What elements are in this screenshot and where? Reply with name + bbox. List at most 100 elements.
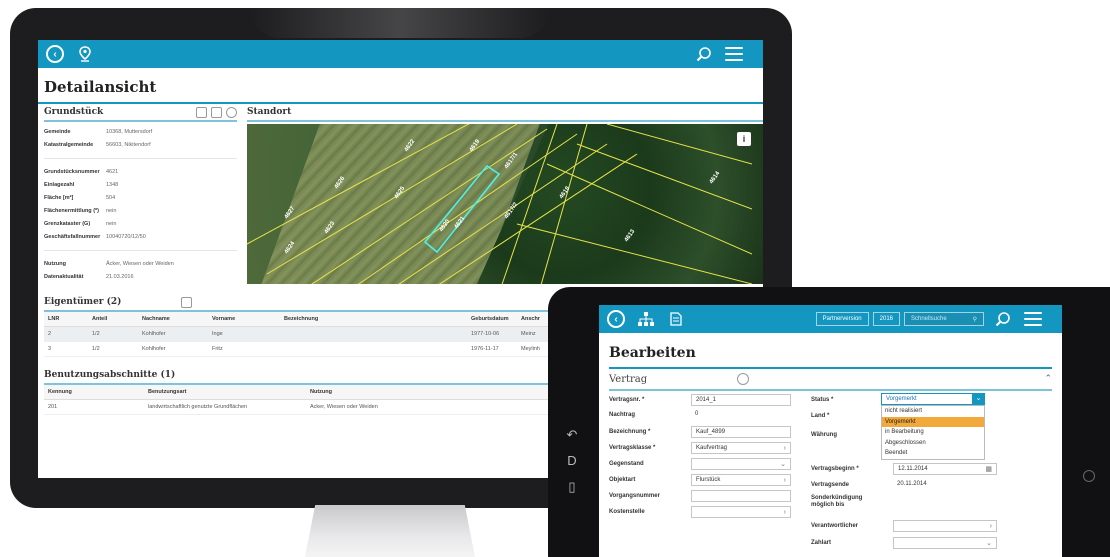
chevron-down-icon: ⌄	[986, 540, 992, 547]
back-gesture-icon[interactable]: ↶	[558, 427, 586, 453]
tablet-home-button[interactable]	[1083, 470, 1095, 482]
zahlart-select[interactable]: ⌄	[893, 537, 997, 549]
chevron-up-icon[interactable]: ⌃	[1044, 374, 1052, 384]
col-lnr[interactable]: LNR	[44, 316, 88, 322]
parcel-label: 4617/2	[504, 201, 520, 220]
status-dropdown: nicht realisiert Vorgemerkt in Bearbeitung…	[881, 405, 985, 460]
parcel-boundary	[606, 124, 752, 165]
kv-label: Einlagezahl	[44, 181, 75, 188]
back-icon[interactable]: ‹	[607, 310, 625, 328]
divider	[44, 243, 237, 251]
col-nutzung[interactable]: Nutzung	[306, 389, 506, 395]
kv-value: Äcker, Wiesen oder Weiden	[106, 260, 174, 267]
chevron-right-icon: ›	[989, 522, 992, 530]
menu-icon[interactable]	[1024, 310, 1042, 328]
kv-row: Fläche [m²] 504	[44, 191, 237, 204]
eigentuemer-title: Eigentümer (2)	[44, 297, 122, 307]
vertragsbeginn-label: Vertragsbeginn *	[811, 466, 859, 472]
edit-document-icon[interactable]	[211, 106, 222, 118]
monitor-glare	[250, 8, 550, 38]
col-kennung[interactable]: Kennung	[44, 389, 144, 395]
kv-row: Grenzkataster (G) nein	[44, 217, 237, 230]
partner-version-field[interactable]: Partnerversion	[815, 312, 869, 326]
quick-search-input[interactable]: Schnellsuche ⚲	[904, 312, 984, 326]
col-geburtsdatum[interactable]: Geburtsdatum	[467, 316, 517, 322]
parcel-label: 4619	[469, 138, 482, 153]
kv-label: Flächenermittlung (*)	[44, 207, 100, 214]
vorgangsnummer-label: Vorgangsnummer	[609, 493, 660, 499]
kv-row: Einlagezahl 1348	[44, 178, 237, 191]
parcel-label: 4614	[709, 170, 722, 185]
kostenstelle-label: Kostenstelle	[609, 509, 645, 515]
parcel-overlay: 462746264625462446234622462046194617/146…	[247, 124, 752, 284]
sonderkuendigung-label: Sonderkündigung möglich bis	[811, 495, 863, 508]
waehrung-label: Währung	[811, 432, 837, 438]
standort-panel: Standort 4627 4626 4625 4624 4623 4622 4620 461…	[243, 104, 763, 294]
search-person-icon[interactable]	[695, 45, 713, 63]
year-field[interactable]: 2016	[872, 312, 900, 326]
col-nachname[interactable]: Nachname	[138, 316, 208, 322]
parcel-boundary	[311, 128, 548, 284]
menu-icon[interactable]	[725, 45, 743, 63]
page-title: Bearbeiten	[609, 345, 696, 361]
kv-value: 10040720/12/50	[106, 233, 146, 240]
edit-document-icon[interactable]	[667, 310, 685, 328]
map-info-icon[interactable]: i	[737, 132, 751, 146]
gear-icon[interactable]	[737, 373, 750, 385]
chevron-right-icon: ›	[783, 476, 786, 484]
square-icon[interactable]: ▯	[558, 479, 586, 505]
satellite-map[interactable]: 4627 4626 4625 4624 4623 4622 4620 4619 4617/1 46…	[247, 124, 763, 284]
tablet-screen: ‹ Partnerversion 2016 Schnellsuche ⚲ Bea…	[599, 305, 1062, 557]
add-document-icon[interactable]	[181, 296, 193, 308]
parcel-label: 4625	[394, 185, 407, 200]
standort-header: Standort	[247, 104, 763, 122]
d-icon[interactable]: D	[558, 453, 586, 479]
col-anteil[interactable]: Anteil	[88, 316, 138, 322]
cell-nutzung: Äcker, Wiesen oder Weiden	[310, 404, 378, 410]
status-option[interactable]: Abgeschlossen	[882, 438, 984, 449]
search-person-icon[interactable]	[994, 310, 1012, 328]
objektart-select[interactable]: Flurstück ›	[691, 474, 791, 486]
bezeichnung-input[interactable]: Kauf_4899	[691, 426, 791, 438]
cell-benutzungsart: landwirtschaftlich genutzte Grundflächen	[148, 404, 248, 410]
cell-geburtsdatum: 1976-11-17	[471, 346, 499, 352]
grundstueck-rows-mid: Grundstücksnummer 4621 Einlagezahl 1348 Fläc…	[44, 165, 237, 243]
chevron-right-icon: ›	[783, 508, 786, 516]
objektart-label: Objektart	[609, 477, 636, 483]
kv-label: Gemeinde	[44, 128, 71, 135]
verantwortlicher-select[interactable]: ›	[893, 520, 997, 532]
location-pin-icon[interactable]	[76, 45, 94, 63]
cell-nachname: Kohlhofer	[142, 346, 166, 352]
search-icon[interactable]: ⚲	[973, 316, 977, 323]
calendar-icon: ▦	[985, 466, 992, 473]
parcel-label: 4620	[439, 218, 452, 233]
status-option[interactable]: Vorgemerkt	[882, 416, 984, 427]
vorgangsnummer-input[interactable]	[691, 490, 791, 502]
vertragsbeginn-input[interactable]: 12.11.2014 ▦	[893, 463, 997, 475]
kv-row: Grundstücksnummer 4621	[44, 165, 237, 178]
status-select[interactable]: Vorgemerkt ⌄	[881, 393, 985, 405]
vertragsnr-input[interactable]: 2014_1	[691, 394, 791, 406]
status-option[interactable]: Beendet	[882, 448, 984, 459]
status-option[interactable]: nicht realisiert	[882, 406, 984, 417]
globe-icon[interactable]	[226, 106, 237, 118]
col-vorname[interactable]: Vorname	[208, 316, 280, 322]
hierarchy-icon[interactable]	[637, 310, 655, 328]
page-title: Detailansicht	[44, 78, 157, 96]
cell-kennung: 201	[48, 404, 58, 410]
grundstueck-title: Grundstück	[44, 107, 104, 117]
col-bezeichnung[interactable]: Bezeichnung	[280, 316, 467, 322]
document-icon[interactable]	[196, 106, 207, 118]
selected-parcel[interactable]	[423, 164, 501, 254]
kostenstelle-select[interactable]: ›	[691, 506, 791, 518]
status-option[interactable]: in Bearbeitung	[882, 427, 984, 438]
vertrag-section-header[interactable]: Vertrag ⌃	[609, 369, 1052, 391]
parcel-label: 4613	[624, 228, 637, 243]
chevron-right-icon: ›	[783, 444, 786, 452]
gegenstand-select[interactable]: ⌄	[691, 458, 791, 470]
chevron-down-icon[interactable]: ⌄	[972, 393, 985, 405]
vertragsklasse-select[interactable]: Kaufvertrag ›	[691, 442, 791, 454]
col-benutzungsart[interactable]: Benutzungsart	[144, 389, 306, 395]
kv-label: Geschäftsfallnummer	[44, 233, 101, 240]
back-icon[interactable]: ‹	[46, 45, 64, 63]
